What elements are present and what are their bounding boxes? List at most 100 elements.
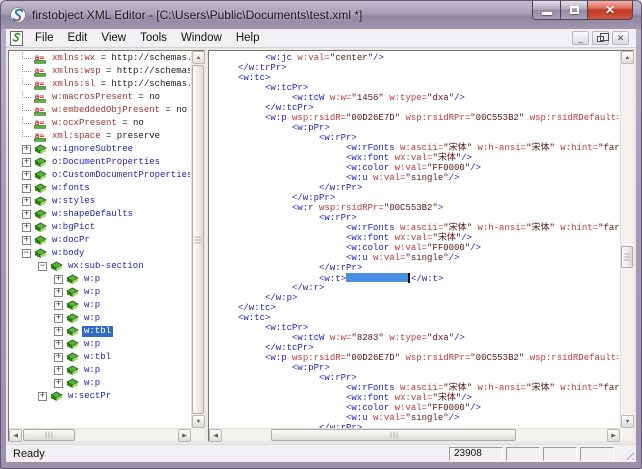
tree-item-wx-sub-section[interactable]: −wx:sub-section: [10, 260, 190, 273]
mdi-restore-button[interactable]: [592, 31, 609, 45]
menu-view[interactable]: View: [94, 30, 133, 46]
expand-icon[interactable]: +: [22, 184, 31, 193]
scroll-down-button[interactable]: ▼: [621, 415, 634, 428]
expand-icon[interactable]: +: [54, 340, 63, 349]
minimize-button[interactable]: [532, 1, 561, 20]
expand-icon[interactable]: +: [22, 171, 31, 180]
tree-label: w:p: [82, 365, 102, 376]
scroll-up-button[interactable]: ▲: [192, 51, 205, 64]
expand-icon[interactable]: +: [54, 301, 63, 310]
collapse-icon[interactable]: −: [38, 262, 47, 271]
tree-horizontal-scrollbar[interactable]: ◀ ▶: [9, 428, 191, 441]
tree-item-w-p[interactable]: + w:p: [10, 364, 190, 377]
scroll-down-button[interactable]: ▼: [192, 415, 205, 428]
tree-item-xmlns-wx[interactable]: a=xmlns:wx = http://schemas.: [10, 52, 190, 65]
close-button[interactable]: ✕: [588, 1, 633, 20]
tree-item-w-p[interactable]: +w:p: [10, 273, 190, 286]
expand-icon[interactable]: +: [22, 158, 31, 167]
tree-item-xmlns-wsp[interactable]: a=xmlns:wsp = http://schemas: [10, 65, 190, 78]
tree-item-w-ignoreSubtree[interactable]: +w:ignoreSubtree: [10, 143, 190, 156]
tree-item-w-shapeDefaults[interactable]: +w:shapeDefaults: [10, 208, 190, 221]
scroll-right-button[interactable]: ▶: [607, 429, 620, 442]
xml-source-text[interactable]: <w:jc w:val="center"/></w:trPr><w:tc><w:…: [210, 53, 619, 440]
tree-item-w-tbl[interactable]: +w:tbl: [10, 325, 190, 338]
tree-label: xmlns:wsp = http://schemas: [50, 66, 190, 77]
scroll-right-button[interactable]: ▶: [178, 429, 191, 442]
menu-edit[interactable]: Edit: [61, 30, 95, 46]
tree-item-w-fonts[interactable]: +w:fonts: [10, 182, 190, 195]
menu-bar: FileEditViewToolsWindowHelp _ ✕: [6, 29, 636, 48]
expand-icon[interactable]: +: [54, 288, 63, 297]
tree-label: w:styles: [50, 196, 97, 207]
tree-item-w-tbl[interactable]: +w:tbl: [10, 351, 190, 364]
expand-icon[interactable]: +: [22, 197, 31, 206]
xml-line: <w:pPr>: [210, 363, 619, 373]
tree-item-xmlns-sl[interactable]: a=xmlns:sl = http://schemas.: [10, 78, 190, 91]
scroll-left-button[interactable]: ◀: [209, 429, 222, 442]
scrollbar-thumb[interactable]: [192, 65, 204, 414]
xml-line: </w:trPr>: [210, 63, 619, 73]
menu-help[interactable]: Help: [229, 30, 267, 46]
element-icon: [66, 339, 79, 350]
expand-icon[interactable]: +: [38, 392, 47, 401]
expand-icon[interactable]: +: [54, 275, 63, 284]
tree-item-w-p[interactable]: +w:p: [10, 299, 190, 312]
scrollbar-thumb[interactable]: [271, 429, 516, 441]
xml-source-pane[interactable]: <w:jc w:val="center"/></w:trPr><w:tc><w:…: [208, 50, 634, 442]
tree-item-w-sectPr[interactable]: +w:sectPr: [10, 390, 190, 403]
status-value-field: 23908: [449, 447, 503, 461]
arrow-down-icon: ▼: [196, 419, 202, 424]
title-bar[interactable]: firstobject XML Editor - [C:\Users\Publi…: [1, 1, 641, 29]
tree-label: o:CustomDocumentProperties: [50, 170, 190, 181]
collapse-icon[interactable]: −: [22, 249, 31, 258]
tree-item-o-CustomDocumentProperties[interactable]: + o:CustomDocumentProperties: [10, 169, 190, 182]
status-field: [543, 447, 577, 461]
tree-item-w-docPr[interactable]: +w:docPr: [10, 234, 190, 247]
scrollbar-thumb[interactable]: [621, 246, 633, 268]
tree-item-xml-space[interactable]: a=xml:space = preserve: [10, 130, 190, 143]
mdi-close-button[interactable]: ✕: [612, 31, 629, 45]
tree-item-w-p[interactable]: +w:p: [10, 312, 190, 325]
expand-icon[interactable]: +: [54, 366, 63, 375]
window-title: firstobject XML Editor - [C:\Users\Publi…: [32, 8, 362, 22]
tree-item-w-p[interactable]: +w:p: [10, 338, 190, 351]
tree-item-w-body[interactable]: −w:body: [10, 247, 190, 260]
mdi-minimize-button[interactable]: _: [572, 31, 589, 45]
xml-line: <w:u w:val="single"/>: [210, 413, 619, 423]
expand-icon[interactable]: +: [22, 210, 31, 219]
tree-item-w-bgPict[interactable]: +w:bgPict: [10, 221, 190, 234]
tree-item-w-p[interactable]: +w:p: [10, 286, 190, 299]
tree-item-w-ocxPresent[interactable]: a=w:ocxPresent = no: [10, 117, 190, 130]
xml-line: <w:t></w:t>: [210, 273, 619, 283]
expand-icon[interactable]: +: [54, 379, 63, 388]
scroll-up-button[interactable]: ▲: [621, 51, 634, 64]
expand-icon[interactable]: +: [22, 223, 31, 232]
menu-window[interactable]: Window: [174, 30, 229, 46]
menu-file[interactable]: File: [28, 30, 61, 46]
svg-text:a=: a=: [35, 53, 45, 62]
scroll-left-button[interactable]: ◀: [9, 429, 22, 442]
tree-item-w-styles[interactable]: + w:styles: [10, 195, 190, 208]
maximize-button[interactable]: [561, 1, 588, 20]
tree-item-w-p[interactable]: +w:p: [10, 377, 190, 390]
menu-tools[interactable]: Tools: [133, 30, 174, 46]
xml-tree-pane[interactable]: a=xmlns:wx = http://schemas.a=xmlns:wsp …: [8, 50, 205, 442]
xml-line: <w:p wsp:rsidR="00D26E7D" wsp:rsidRPr="0…: [210, 113, 619, 123]
svg-text:a=: a=: [35, 92, 45, 101]
tree-item-w-embeddedObjPresent[interactable]: a=w:embeddedObjPresent = no: [10, 104, 190, 117]
expand-icon[interactable]: +: [54, 327, 63, 336]
element-icon: [34, 248, 47, 259]
tree-connector: [22, 52, 31, 59]
tree-vertical-scrollbar[interactable]: ▲ ▼: [191, 51, 204, 428]
tree-connector: [22, 78, 31, 85]
expand-icon[interactable]: +: [54, 353, 63, 362]
resize-grip-icon[interactable]: [621, 447, 634, 460]
expand-icon[interactable]: +: [22, 236, 31, 245]
expand-icon[interactable]: +: [22, 145, 31, 154]
scrollbar-thumb[interactable]: [23, 429, 75, 441]
expand-icon[interactable]: +: [54, 314, 63, 323]
editor-vertical-scrollbar[interactable]: ▲ ▼: [620, 51, 633, 428]
tree-item-w-macrosPresent[interactable]: a=w:macrosPresent = no: [10, 91, 190, 104]
tree-item-o-DocumentProperties[interactable]: +o:DocumentProperties: [10, 156, 190, 169]
editor-horizontal-scrollbar[interactable]: ◀ ▶: [209, 428, 620, 441]
